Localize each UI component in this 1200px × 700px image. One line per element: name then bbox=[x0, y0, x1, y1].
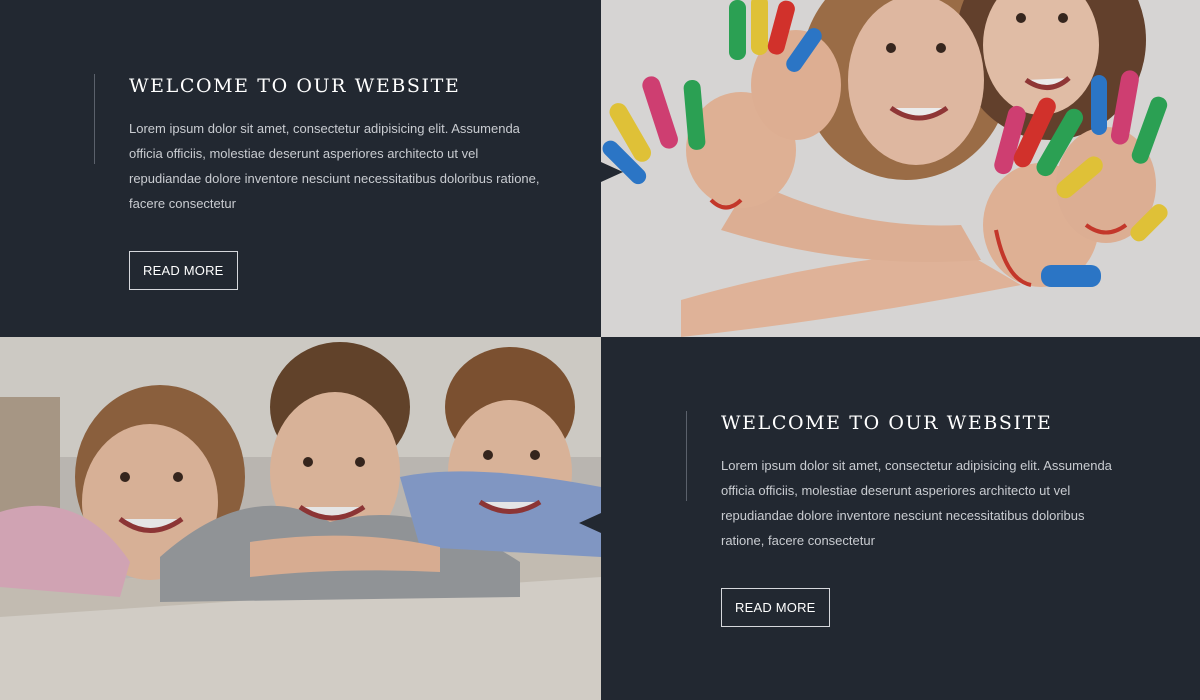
read-more-button[interactable]: READ MORE bbox=[721, 588, 830, 627]
read-more-button[interactable]: READ MORE bbox=[129, 251, 238, 290]
section-heading: WELCOME TO OUR WEBSITE bbox=[129, 75, 461, 97]
section-heading: WELCOME TO OUR WEBSITE bbox=[721, 412, 1053, 434]
feature-grid: WELCOME TO OUR WEBSITE Lorem ipsum dolor… bbox=[0, 0, 1200, 700]
section-body: Lorem ipsum dolor sit amet, consectetur … bbox=[721, 458, 1112, 548]
feature-section-1: WELCOME TO OUR WEBSITE Lorem ipsum dolor… bbox=[0, 0, 601, 337]
accent-divider bbox=[94, 74, 95, 164]
accent-divider bbox=[686, 411, 687, 501]
pointer-arrow bbox=[579, 513, 601, 533]
three-kids-smiling-photo bbox=[0, 337, 601, 700]
section-body: Lorem ipsum dolor sit amet, consectetur … bbox=[129, 121, 540, 211]
pointer-arrow bbox=[601, 162, 623, 182]
feature-section-2: WELCOME TO OUR WEBSITE Lorem ipsum dolor… bbox=[601, 337, 1200, 700]
children-painted-hands-photo bbox=[601, 0, 1200, 337]
